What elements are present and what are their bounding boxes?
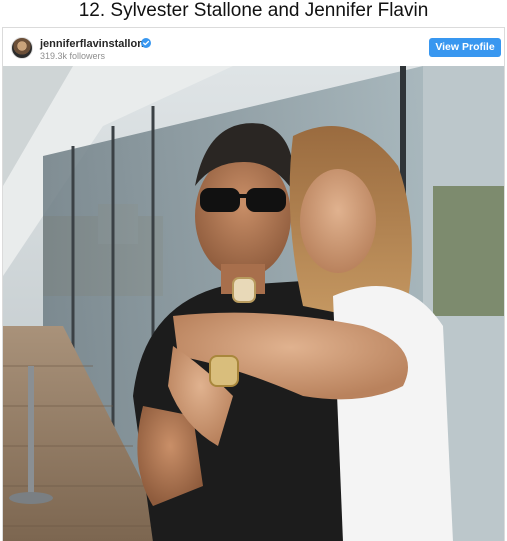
instagram-embed: jenniferflavinstallone 319.3k followers … (2, 27, 505, 541)
photo-illustration (3, 66, 504, 541)
embed-header: jenniferflavinstallone 319.3k followers … (3, 28, 504, 66)
avatar[interactable] (11, 37, 33, 59)
article-heading: 12. Sylvester Stallone and Jennifer Flav… (78, 0, 429, 21)
follower-count: 319.3k followers (40, 51, 106, 61)
post-photo[interactable] (3, 66, 504, 541)
verified-badge-icon (141, 38, 151, 48)
view-profile-button[interactable]: View Profile (429, 38, 501, 57)
profile-username[interactable]: jenniferflavinstallone (40, 38, 150, 50)
